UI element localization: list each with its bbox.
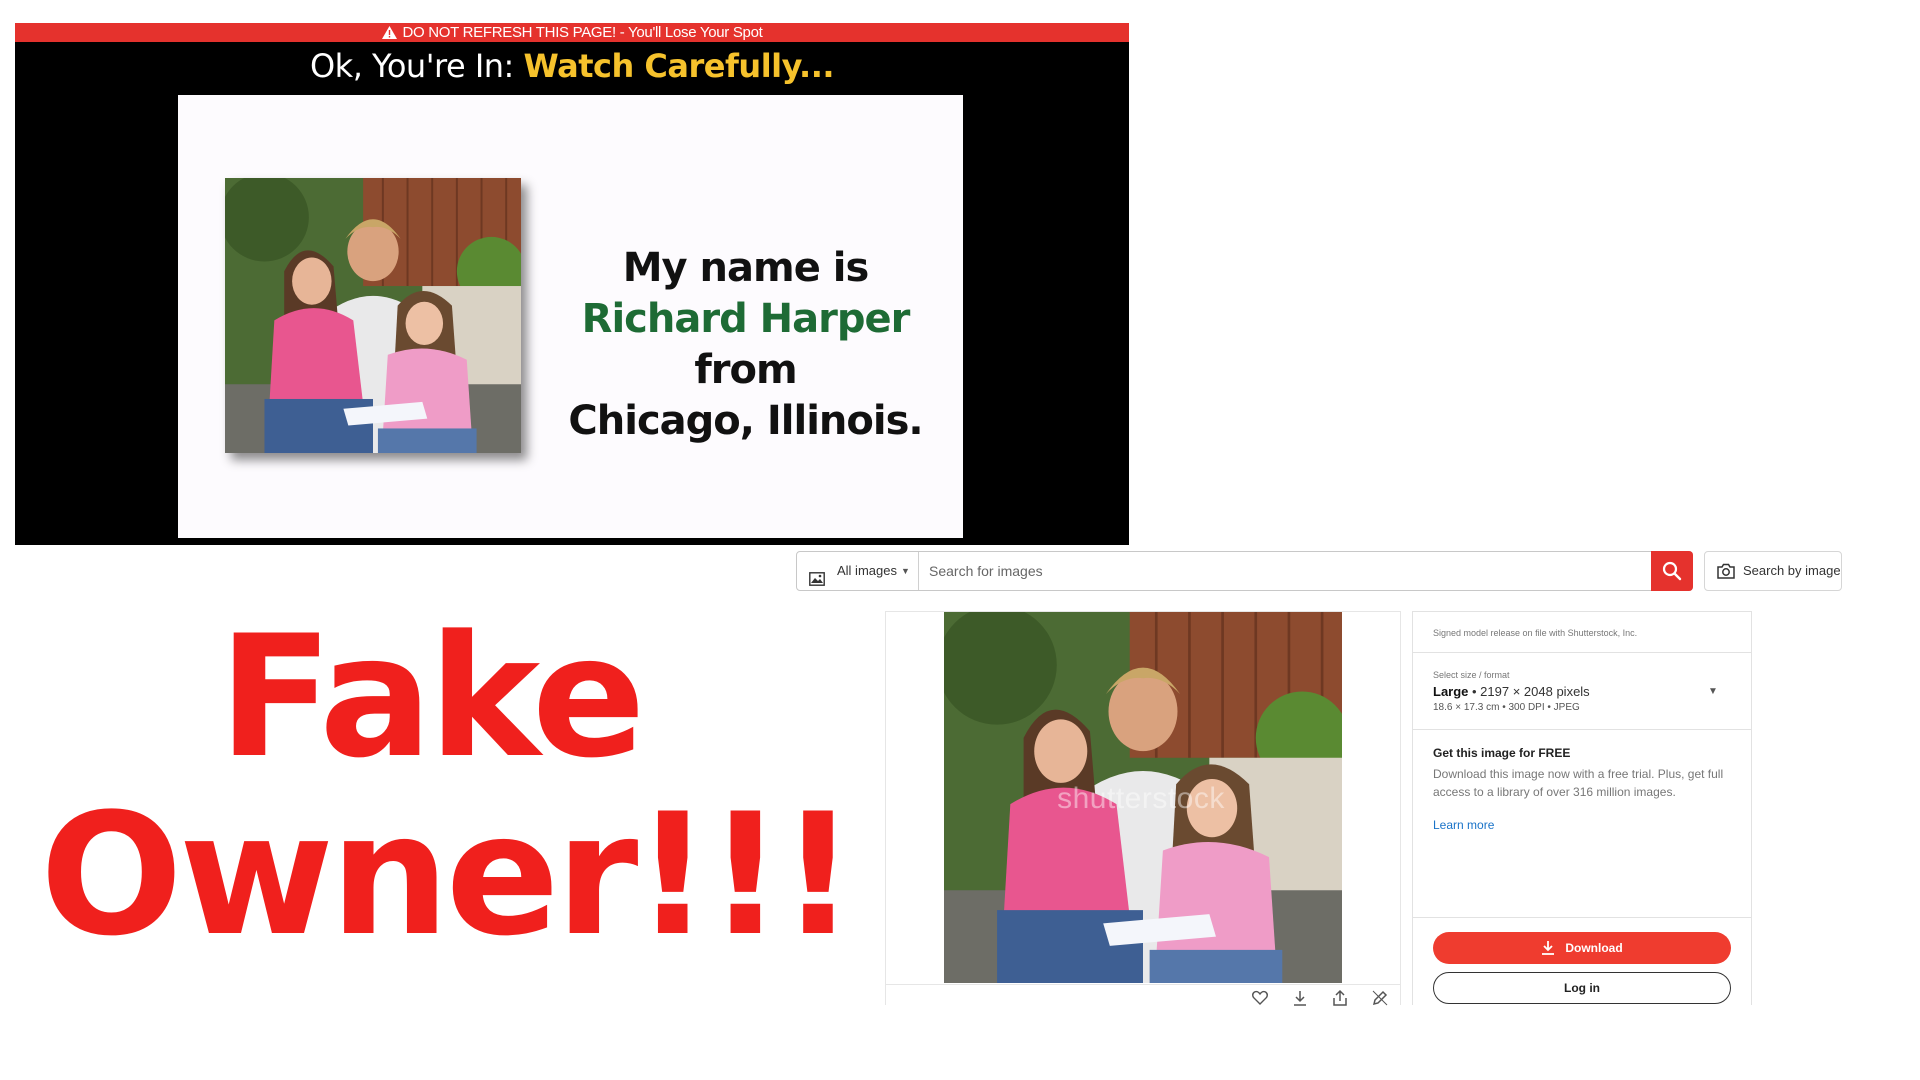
image-type-dropdown[interactable]: All images ▼ (797, 552, 919, 590)
model-release-note: Signed model release on file with Shutte… (1433, 628, 1638, 638)
video-panel: DO NOT REFRESH THIS PAGE! - You'll Lose … (15, 23, 1129, 545)
heart-icon[interactable] (1251, 989, 1269, 1007)
search-icon (1662, 561, 1682, 581)
free-trial-description: Download this image now with a free tria… (1433, 767, 1724, 799)
download-icon[interactable] (1291, 989, 1309, 1007)
chevron-down-icon: ▼ (901, 566, 910, 576)
fake-owner-callout: Fake Owner!!! (40, 599, 856, 973)
camera-icon (1717, 563, 1735, 579)
slide-from: from (694, 347, 797, 393)
warning-triangle-icon (381, 25, 397, 44)
preview-actions (886, 984, 1400, 1007)
headline-accent: Watch Carefully... (523, 47, 835, 85)
video-slide[interactable]: My name is Richard Harper from Chicago, … (178, 95, 963, 538)
login-button[interactable]: Log in (1433, 972, 1731, 1004)
size-pixels: • 2197 × 2048 pixels (1468, 684, 1590, 699)
search-input[interactable] (929, 561, 1629, 581)
image-icon (809, 563, 825, 601)
search-bar: All images ▼ (796, 551, 1693, 591)
size-details: 18.6 × 17.3 cm • 300 DPI • JPEG (1433, 702, 1580, 713)
family-photo (225, 178, 521, 453)
callout-line-1: Fake (218, 599, 645, 795)
slide-line-1: My name is (622, 245, 870, 291)
slide-line-2: Richard Harper from (528, 294, 963, 396)
download-icon (1542, 941, 1555, 955)
download-label: Download (1565, 941, 1623, 955)
headline-prefix: Ok, You're In: (309, 47, 524, 85)
download-button[interactable]: Download (1433, 932, 1731, 964)
size-selected-value[interactable]: Large • 2197 × 2048 pixels (1433, 684, 1590, 699)
page-headline: Ok, You're In: Watch Carefully... (15, 47, 1129, 85)
slide-line-3: Chicago, Illinois. (568, 398, 923, 444)
search-button[interactable] (1651, 551, 1693, 591)
watermark: shutterstock (1057, 782, 1225, 815)
learn-more-link[interactable]: Learn more (1433, 818, 1494, 832)
share-icon[interactable] (1331, 989, 1349, 1007)
slide-caption: My name is Richard Harper from Chicago, … (528, 243, 963, 447)
warning-text: DO NOT REFRESH THIS PAGE! - You'll Lose … (402, 24, 763, 41)
callout-line-2: Owner!!! (40, 777, 856, 973)
edit-icon[interactable] (1371, 989, 1389, 1007)
chevron-down-icon[interactable]: ▼ (1708, 686, 1718, 697)
warning-bar: DO NOT REFRESH THIS PAGE! - You'll Lose … (15, 23, 1129, 42)
owner-name: Richard Harper (581, 296, 911, 342)
search-by-image-button[interactable]: Search by image (1704, 551, 1842, 591)
size-name: Large (1433, 684, 1469, 699)
free-trial-title: Get this image for FREE (1433, 746, 1571, 760)
size-format-label: Select size / format (1433, 670, 1510, 680)
image-preview-card: shutterstock (885, 611, 1401, 1007)
search-by-image-label: Search by image (1743, 563, 1841, 578)
image-details-panel: Signed model release on file with Shutte… (1412, 611, 1752, 1005)
dropdown-label: All images (837, 563, 897, 578)
